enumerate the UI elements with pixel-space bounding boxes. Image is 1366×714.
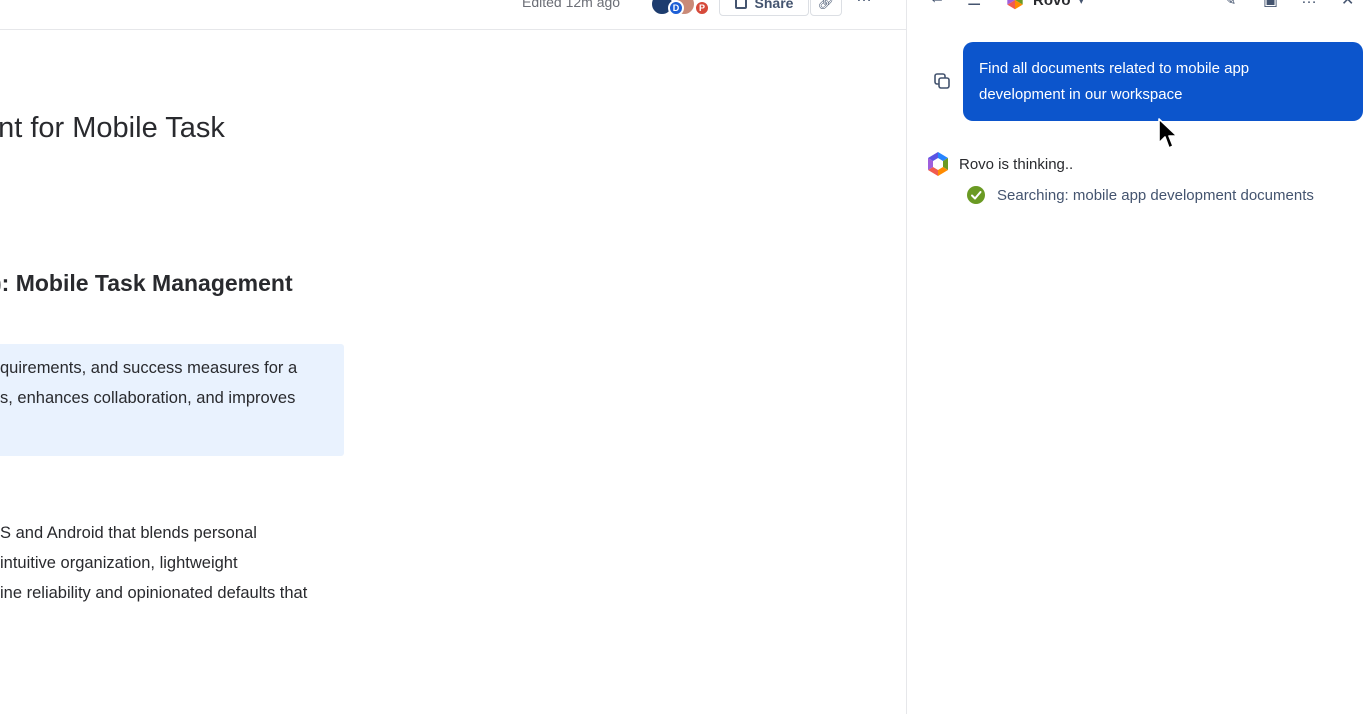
chevron-down-icon: ▾ [1078, 0, 1085, 7]
user-message-line: Find all documents related to mobile app [979, 60, 1250, 77]
collaborator-avatars[interactable]: D P [650, 0, 714, 18]
rovo-logo-icon [1007, 0, 1023, 10]
body-line: ine reliability and opinionated defaults… [0, 584, 308, 602]
rovo-logo-icon [928, 152, 948, 176]
document-area: Edited 12m ago D P Share 🔗︎ … ent for Mo… [0, 0, 906, 714]
avatar-initial-d[interactable]: D [668, 0, 684, 16]
more-actions-button[interactable]: … [856, 0, 873, 6]
back-icon[interactable]: ← [929, 0, 945, 8]
rovo-brand-label: Rovo [1033, 0, 1071, 9]
share-label: Share [754, 0, 794, 11]
expand-panel-icon[interactable]: ▣ [1263, 0, 1278, 10]
rovo-chat-panel: ← ☰ Rovo ▾ ✎ ▣ … ✕ Find all documents re… [907, 0, 1366, 714]
edited-timestamp: Edited 12m ago [522, 0, 621, 10]
copy-link-button[interactable]: 🔗︎ [810, 0, 842, 16]
more-icon[interactable]: … [1301, 0, 1317, 8]
summary-line: s, enhances collaboration, and improves [0, 389, 296, 407]
user-message-bubble: Find all documents related to mobile app… [963, 42, 1363, 121]
thinking-status-text: Rovo is thinking.. [959, 155, 1074, 173]
search-status-text: Searching: mobile app development docume… [997, 186, 1314, 204]
search-step-row: Searching: mobile app development docume… [967, 186, 1314, 204]
page-title: ent for Mobile Task [0, 112, 225, 144]
section-heading: ): Mobile Task Management [0, 270, 293, 296]
link-icon: 🔗︎ [817, 0, 835, 10]
body-line: S and Android that blends personal [0, 524, 257, 542]
menu-icon[interactable]: ☰ [967, 0, 981, 10]
new-chat-icon[interactable]: ✎ [1223, 0, 1236, 10]
share-button[interactable]: Share [719, 0, 809, 16]
summary-line: quirements, and success measures for a [0, 359, 298, 377]
more-icon: … [856, 0, 873, 5]
mouse-cursor-icon [1158, 118, 1178, 149]
close-icon[interactable]: ✕ [1341, 0, 1354, 10]
body-line: intuitive organization, lightweight [0, 554, 238, 572]
user-message-line: development in our workspace [979, 86, 1183, 103]
check-circle-icon [967, 186, 985, 204]
document-topbar: Edited 12m ago D P Share 🔗︎ … [0, 0, 906, 30]
rovo-agent-selector[interactable]: Rovo ▾ [1005, 0, 1084, 10]
avatar-initial-p[interactable]: P [694, 0, 710, 16]
assistant-status-row: Rovo is thinking.. [925, 151, 1073, 177]
copy-icon[interactable] [933, 72, 951, 90]
lock-icon [734, 0, 747, 9]
summary-panel: quirements, and success measures for a s… [0, 344, 344, 456]
